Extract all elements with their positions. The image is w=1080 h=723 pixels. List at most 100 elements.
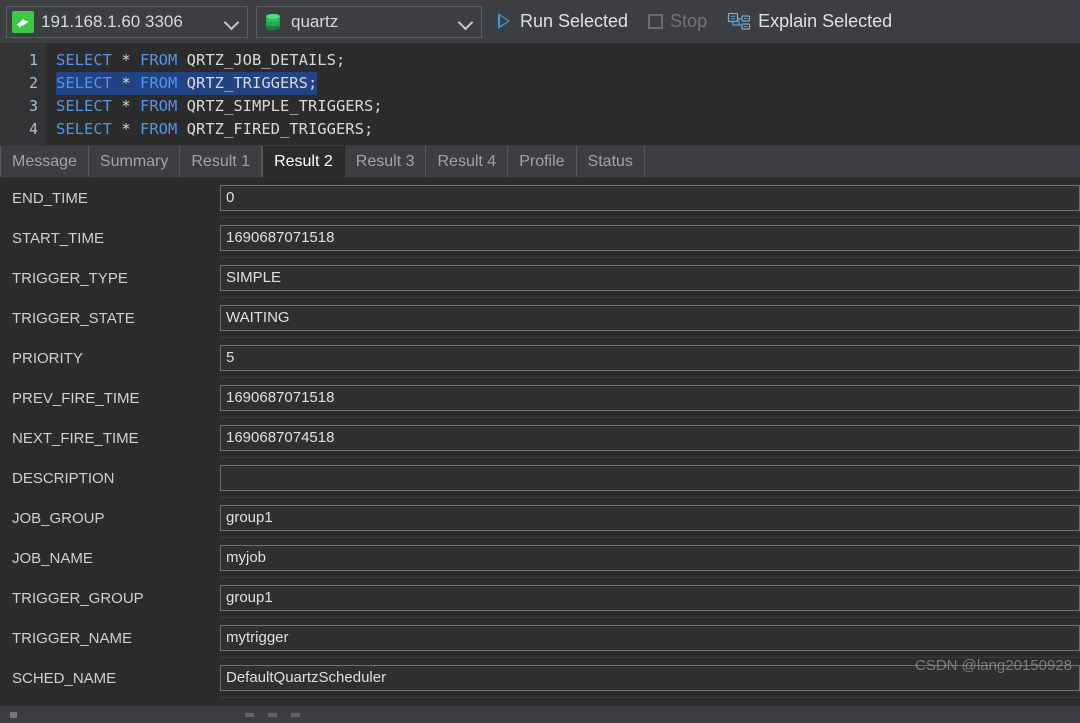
- field-value-input[interactable]: [220, 465, 1080, 491]
- sql-table-name: QRTZ_FIRED_TRIGGERS;: [177, 120, 374, 138]
- run-selected-label: Run Selected: [520, 11, 629, 31]
- stop-button: Stop: [642, 9, 713, 34]
- field-row: PREV_FIRE_TIME 1690687071518: [0, 378, 1080, 418]
- sql-operator: *: [112, 51, 140, 69]
- field-value-cell: group1: [220, 578, 1080, 618]
- sql-keyword: FROM: [140, 97, 178, 115]
- run-selected-button[interactable]: Run Selected: [490, 9, 634, 34]
- field-value-input[interactable]: myjob: [220, 545, 1080, 571]
- field-value-input[interactable]: 1690687071518: [220, 225, 1080, 251]
- field-label: TRIGGER_GROUP: [12, 589, 144, 607]
- sql-operator: *: [112, 97, 140, 115]
- sql-table-name: QRTZ_SIMPLE_TRIGGERS;: [177, 97, 383, 115]
- sql-line[interactable]: SELECT * FROM QRTZ_FIRED_TRIGGERS;: [56, 118, 373, 141]
- line-number-gutter: 1 2 3 4: [0, 44, 46, 145]
- sql-operator: *: [112, 120, 140, 138]
- field-label: START_TIME: [12, 229, 104, 247]
- field-label: TRIGGER_TYPE: [12, 269, 128, 287]
- field-value-input[interactable]: WAITING: [220, 305, 1080, 331]
- field-value-input[interactable]: 5: [220, 345, 1080, 371]
- tab-result-3[interactable]: Result 3: [345, 146, 427, 177]
- field-value-cell: SIMPLE: [220, 258, 1080, 298]
- database-selector[interactable]: quartz: [256, 5, 482, 38]
- field-label: TRIGGER_STATE: [12, 309, 135, 327]
- field-row: JOB_NAME myjob: [0, 538, 1080, 578]
- line-number: 3: [28, 97, 38, 115]
- field-value-cell: WAITING: [220, 298, 1080, 338]
- line-number: 1: [28, 51, 38, 69]
- status-indicator-icon: [10, 711, 17, 718]
- sql-table-name: QRTZ_TRIGGERS;: [177, 74, 318, 92]
- connection-label: 191.168.1.60 3306: [41, 11, 183, 31]
- sql-keyword: SELECT: [56, 51, 112, 69]
- field-value-input[interactable]: SIMPLE: [220, 265, 1080, 291]
- field-value-cell: 1690687071518: [220, 218, 1080, 258]
- field-value-input[interactable]: 0: [220, 185, 1080, 211]
- field-label: JOB_NAME: [12, 549, 93, 567]
- field-label: JOB_GROUP: [12, 509, 105, 527]
- field-label: END_TIME: [12, 189, 88, 207]
- field-value-input[interactable]: 1690687071518: [220, 385, 1080, 411]
- play-icon: [496, 12, 513, 31]
- row-separator: [220, 697, 1080, 698]
- result-form: END_TIME 0 START_TIME 1690687071518 TRIGGER_…: [0, 178, 1080, 700]
- field-value-cell: 0: [220, 178, 1080, 218]
- sql-operator: *: [112, 74, 140, 92]
- explain-selected-button[interactable]: Explain Selected: [721, 9, 898, 35]
- sql-keyword: FROM: [140, 51, 178, 69]
- sql-line[interactable]: SELECT * FROM QRTZ_TRIGGERS;: [56, 72, 318, 95]
- explain-tree-icon: [727, 11, 751, 33]
- explain-selected-label: Explain Selected: [758, 11, 893, 31]
- field-value-cell: group1: [220, 498, 1080, 538]
- stop-square-icon: [648, 14, 664, 29]
- result-tabbar: Message Summary Result 1 Result 2 Result 3 Re…: [0, 146, 1080, 178]
- tab-message[interactable]: Message: [0, 146, 89, 177]
- tab-status[interactable]: Status: [577, 146, 645, 177]
- chevron-down-icon[interactable]: [225, 15, 239, 29]
- field-row: TRIGGER_TYPE SIMPLE: [0, 258, 1080, 298]
- field-row: TRIGGER_GROUP group1: [0, 578, 1080, 618]
- tab-result-1[interactable]: Result 1: [180, 146, 263, 177]
- field-value-cell: 1690687071518: [220, 378, 1080, 418]
- database-label: quartz: [291, 11, 339, 31]
- field-value-cell: 1690687074518: [220, 418, 1080, 458]
- tab-profile[interactable]: Profile: [508, 146, 577, 177]
- sql-line[interactable]: SELECT * FROM QRTZ_SIMPLE_TRIGGERS;: [56, 95, 383, 118]
- sql-keyword: FROM: [140, 74, 178, 92]
- sql-line[interactable]: SELECT * FROM QRTZ_JOB_DETAILS;: [56, 49, 345, 72]
- line-number: 4: [28, 120, 38, 138]
- sql-keyword: FROM: [140, 120, 178, 138]
- sql-keyword: SELECT: [56, 74, 112, 92]
- field-label: DESCRIPTION: [12, 469, 115, 487]
- field-value-input[interactable]: group1: [220, 585, 1080, 611]
- status-icon-b: [268, 712, 277, 717]
- status-icon-a: [245, 712, 254, 717]
- field-row: PRIORITY 5: [0, 338, 1080, 378]
- main-toolbar: 191.168.1.60 3306 quartz Run Selected St…: [0, 0, 1080, 44]
- line-number: 2: [28, 74, 38, 92]
- field-value-input[interactable]: 1690687074518: [220, 425, 1080, 451]
- field-row: DESCRIPTION: [0, 458, 1080, 498]
- connection-selector[interactable]: 191.168.1.60 3306: [6, 5, 248, 38]
- field-row: TRIGGER_NAME mytrigger: [0, 618, 1080, 658]
- field-row: TRIGGER_STATE WAITING: [0, 298, 1080, 338]
- field-label: PRIORITY: [12, 349, 83, 367]
- chevron-down-icon[interactable]: [459, 15, 473, 29]
- status-bar: [0, 706, 1080, 723]
- field-value-input[interactable]: group1: [220, 505, 1080, 531]
- sql-keyword: SELECT: [56, 120, 112, 138]
- field-label: NEXT_FIRE_TIME: [12, 429, 139, 447]
- sql-code-area[interactable]: SELECT * FROM QRTZ_JOB_DETAILS; SELECT * …: [46, 44, 1080, 145]
- field-value-cell: myjob: [220, 538, 1080, 578]
- stop-label: Stop: [670, 11, 708, 31]
- tab-summary[interactable]: Summary: [89, 146, 181, 177]
- tab-result-4[interactable]: Result 4: [426, 146, 509, 177]
- watermark-text: CSDN @lang20150928: [915, 657, 1072, 674]
- field-row: END_TIME 0: [0, 178, 1080, 218]
- status-icon-c: [291, 712, 300, 717]
- field-label: SCHED_NAME: [12, 669, 117, 687]
- sql-editor[interactable]: 1234 SELECT * FROM QRTZ_JOB_DETAILS; SELE…: [0, 44, 1080, 146]
- field-value-input[interactable]: mytrigger: [220, 625, 1080, 651]
- tab-result-2[interactable]: Result 2: [262, 146, 345, 177]
- field-value-cell: mytrigger: [220, 618, 1080, 658]
